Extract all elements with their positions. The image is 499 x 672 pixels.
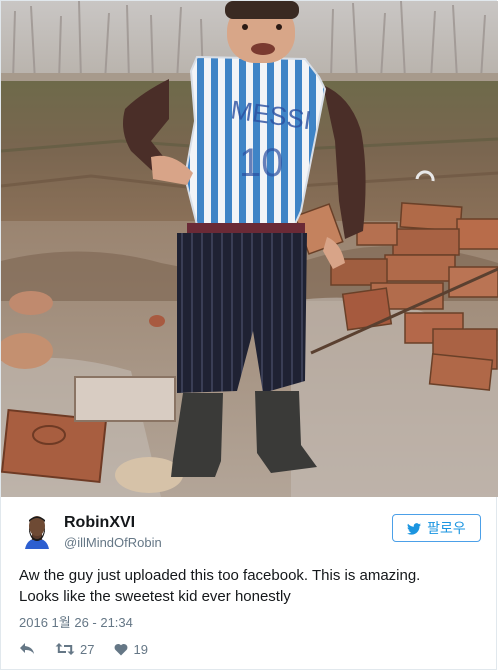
tweet-text-line: Aw the guy just uploaded this too facebo… bbox=[19, 567, 421, 584]
tweet-text: Aw the guy just uploaded this too facebo… bbox=[19, 565, 481, 607]
avatar-illustration bbox=[19, 513, 55, 549]
twitter-bird-icon bbox=[407, 522, 422, 535]
retweet-count: 27 bbox=[80, 641, 95, 657]
retweet-button[interactable]: 27 bbox=[55, 642, 94, 657]
svg-text:10: 10 bbox=[239, 141, 284, 185]
tweet-timestamp[interactable]: 2016 1월 26 - 21:34 bbox=[19, 612, 133, 631]
reply-icon bbox=[19, 642, 35, 656]
follow-button-label: 팔로우 bbox=[427, 520, 466, 536]
like-count: 19 bbox=[133, 641, 148, 657]
reply-button[interactable] bbox=[19, 642, 35, 656]
heart-icon bbox=[114, 643, 128, 656]
tweet-card: MESSI 10 RobinXVI @illMindOfRobin 팔로우 Aw… bbox=[0, 0, 498, 670]
follow-button[interactable]: 팔로우 bbox=[392, 514, 481, 542]
like-button[interactable]: 19 bbox=[114, 641, 148, 657]
tweet-photo[interactable]: MESSI 10 bbox=[1, 1, 498, 497]
tweet-text-line: Looks like the sweetest kid ever honestl… bbox=[19, 588, 291, 605]
tweet-actions: 27 19 bbox=[19, 640, 168, 658]
tweet-header: RobinXVI @illMindOfRobin 팔로우 bbox=[19, 510, 481, 554]
retweet-icon bbox=[55, 642, 75, 656]
display-name[interactable]: RobinXVI bbox=[64, 514, 135, 532]
avatar[interactable] bbox=[19, 513, 55, 549]
user-handle[interactable]: @illMindOfRobin bbox=[64, 535, 162, 550]
photo-illustration: MESSI 10 bbox=[1, 1, 498, 497]
